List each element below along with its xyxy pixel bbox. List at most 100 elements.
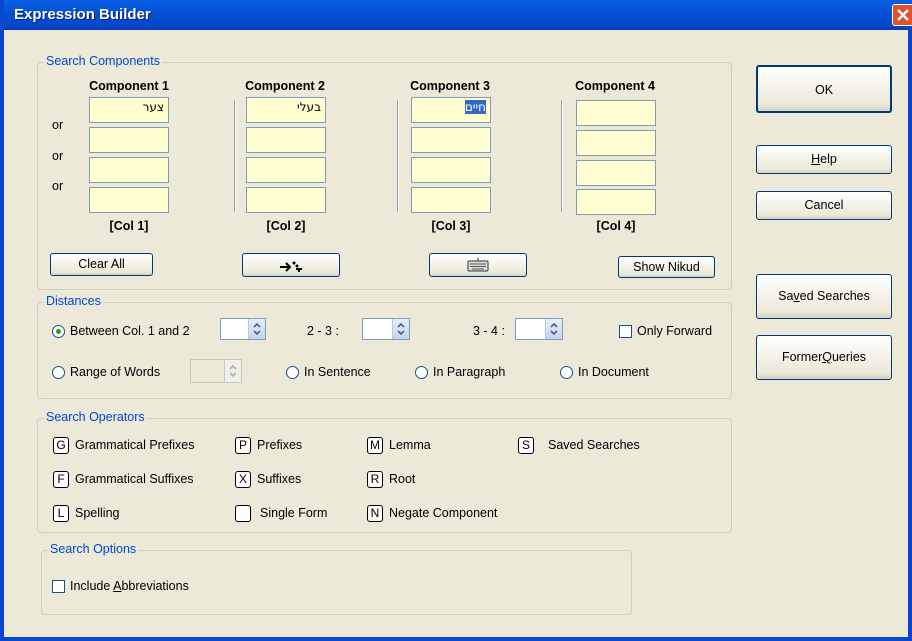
include-abbreviations-label: Include Abbreviations bbox=[70, 579, 189, 593]
help-label: Help bbox=[811, 146, 837, 173]
in-document-label: In Document bbox=[578, 365, 649, 379]
component-2-field-3[interactable] bbox=[246, 157, 326, 183]
help-button[interactable]: Help bbox=[756, 145, 892, 174]
former-queries-accel: Q bbox=[822, 350, 832, 364]
distance-3-4-spinner[interactable] bbox=[515, 318, 563, 340]
component-4-field-2[interactable] bbox=[576, 130, 656, 156]
former-queries-text-1: Former bbox=[781, 350, 823, 364]
operator-key-g[interactable]: G bbox=[53, 437, 69, 454]
distance-2-3-label: 2 - 3 : bbox=[307, 324, 339, 338]
operator-key-single-form[interactable] bbox=[235, 505, 251, 522]
in-paragraph-radio[interactable] bbox=[415, 366, 428, 379]
component-2-field-1[interactable]: בעלי bbox=[246, 97, 326, 123]
distances-group: Distances bbox=[37, 294, 732, 399]
component-4-field-1[interactable] bbox=[576, 100, 656, 126]
spinner-arrows-icon bbox=[397, 322, 405, 336]
search-operators-label: Search Operators bbox=[44, 410, 147, 424]
component-1-field-3[interactable] bbox=[89, 157, 169, 183]
operator-key-s[interactable]: S bbox=[518, 437, 534, 454]
component-1-field-4[interactable] bbox=[89, 187, 169, 213]
search-options-label: Search Options bbox=[48, 542, 139, 556]
show-nikud-button[interactable]: Show Nikud bbox=[618, 256, 715, 278]
title-bar[interactable]: Expression Builder bbox=[4, 0, 912, 30]
or-label-2: or bbox=[52, 149, 64, 163]
operator-label-root: Root bbox=[389, 472, 416, 486]
distances-label: Distances bbox=[44, 294, 103, 308]
spinner-2-arrows[interactable] bbox=[392, 319, 409, 339]
component-3-selected-text: חיים bbox=[464, 100, 486, 114]
include-abbreviations-text-1: Include bbox=[70, 579, 114, 593]
component-3-field-1[interactable]: חיים bbox=[411, 97, 491, 123]
operator-key-m[interactable]: M bbox=[367, 437, 383, 454]
search-components-label: Search Components bbox=[44, 54, 162, 68]
only-forward-label: Only Forward bbox=[637, 324, 713, 338]
ok-button[interactable]: OK bbox=[756, 65, 892, 113]
operator-key-r[interactable]: R bbox=[367, 471, 383, 488]
ok-label: OK bbox=[814, 83, 834, 97]
col-2-label: [Col 2] bbox=[266, 219, 306, 233]
operator-key-x[interactable]: X bbox=[235, 471, 251, 488]
text-direction-button[interactable] bbox=[242, 253, 340, 277]
component-2-field-4[interactable] bbox=[246, 187, 326, 213]
operator-key-l[interactable]: L bbox=[53, 505, 69, 522]
former-queries-text-2: ueries bbox=[831, 350, 867, 364]
col-3-label: [Col 3] bbox=[431, 219, 471, 233]
operator-label-negate-component: Negate Component bbox=[389, 506, 498, 520]
operator-label-prefixes: Prefixes bbox=[257, 438, 303, 452]
spinner-3-arrows[interactable] bbox=[545, 319, 562, 339]
spinner-4-arrows[interactable] bbox=[224, 360, 241, 382]
col-1-label: [Col 1] bbox=[109, 219, 149, 233]
operator-key-n[interactable]: N bbox=[367, 505, 383, 522]
component-2-title: Component 2 bbox=[245, 79, 325, 93]
component-4-field-3[interactable] bbox=[576, 160, 656, 186]
component-4-title: Component 4 bbox=[575, 79, 655, 93]
saved-searches-button[interactable]: Saved Searches bbox=[756, 274, 892, 319]
operator-key-f[interactable]: F bbox=[53, 471, 69, 488]
cancel-button[interactable]: Cancel bbox=[756, 191, 892, 220]
operator-label-grammatical-prefixes: Grammatical Prefixes bbox=[75, 438, 195, 452]
text-direction-icon bbox=[280, 261, 302, 272]
component-3-field-4[interactable] bbox=[411, 187, 491, 213]
range-of-words-radio[interactable] bbox=[52, 366, 65, 379]
in-sentence-label: In Sentence bbox=[304, 365, 371, 379]
spinner-1-arrows[interactable] bbox=[248, 319, 265, 339]
keyboard-button[interactable] bbox=[429, 253, 527, 277]
former-queries-button[interactable]: Former Queries bbox=[756, 335, 892, 380]
close-icon bbox=[897, 9, 909, 21]
operator-label-spelling: Spelling bbox=[75, 506, 120, 520]
component-3-field-2[interactable] bbox=[411, 127, 491, 153]
between-col-radio[interactable] bbox=[52, 325, 65, 338]
component-2-field-2[interactable] bbox=[246, 127, 326, 153]
col-4-label: [Col 4] bbox=[596, 219, 636, 233]
include-abbreviations-text-2: bbreviations bbox=[121, 579, 189, 593]
distance-2-3-spinner[interactable] bbox=[362, 318, 410, 340]
in-document-radio[interactable] bbox=[560, 366, 573, 379]
distance-1-2-spinner[interactable] bbox=[220, 318, 266, 340]
operator-label-single-form: Single Form bbox=[260, 506, 328, 520]
saved-searches-text-2: ed Searches bbox=[799, 289, 870, 303]
operator-label-lemma: Lemma bbox=[389, 438, 431, 452]
show-nikud-label: Show Nikud bbox=[633, 260, 700, 274]
separator-1 bbox=[234, 100, 235, 212]
operator-label-grammatical-suffixes: Grammatical Suffixes bbox=[75, 472, 194, 486]
component-1-field-1[interactable]: צער bbox=[89, 97, 169, 123]
range-of-words-label: Range of Words bbox=[70, 365, 161, 379]
include-abbreviations-checkbox[interactable] bbox=[52, 580, 65, 593]
spinner-arrows-icon bbox=[229, 364, 237, 378]
component-3-field-3[interactable] bbox=[411, 157, 491, 183]
clear-all-button[interactable]: Clear All bbox=[50, 253, 153, 276]
range-of-words-spinner[interactable] bbox=[190, 359, 242, 383]
separator-2 bbox=[397, 100, 398, 212]
spinner-arrows-icon bbox=[253, 322, 261, 336]
close-button[interactable] bbox=[892, 4, 912, 26]
component-1-title: Component 1 bbox=[89, 79, 169, 93]
or-label-1: or bbox=[52, 118, 64, 132]
operator-key-p[interactable]: P bbox=[235, 437, 251, 454]
in-paragraph-label: In Paragraph bbox=[433, 365, 506, 379]
only-forward-checkbox[interactable] bbox=[619, 325, 632, 338]
component-1-field-2[interactable] bbox=[89, 127, 169, 153]
component-4-field-4[interactable] bbox=[576, 189, 656, 215]
in-sentence-radio[interactable] bbox=[286, 366, 299, 379]
component-3-title: Component 3 bbox=[410, 79, 490, 93]
help-accel: H bbox=[811, 152, 821, 166]
